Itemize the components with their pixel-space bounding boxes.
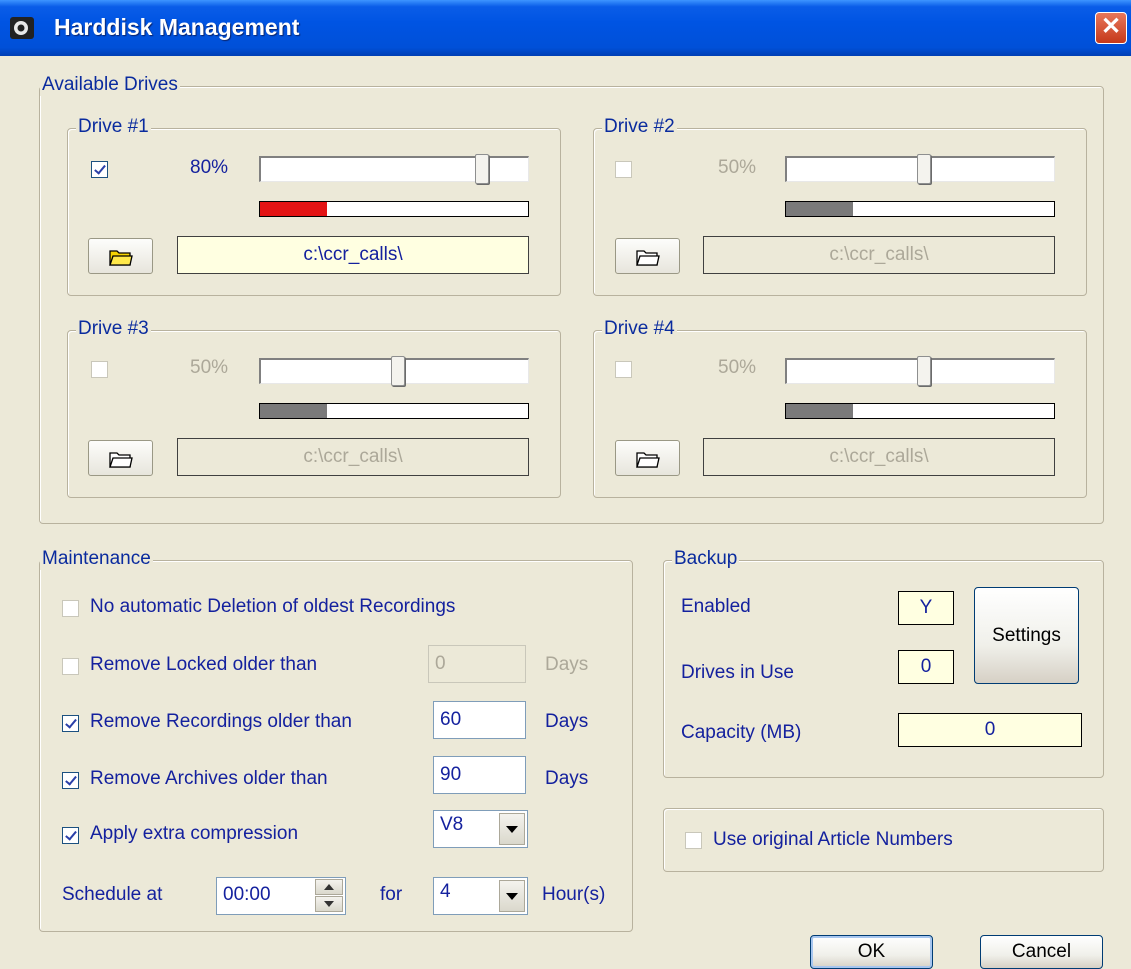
- compression-select-value: V8: [440, 814, 464, 835]
- title-bar[interactable]: Harddisk Management ✕: [0, 0, 1131, 56]
- drive-1-checkbox[interactable]: [91, 161, 108, 178]
- backup-drives-value: 0: [898, 650, 954, 684]
- remove-locked-checkbox[interactable]: [62, 658, 79, 675]
- remove-recordings-checkbox[interactable]: [62, 715, 79, 732]
- drive-1-percent: 80%: [190, 157, 229, 178]
- extra-compression-checkbox[interactable]: [62, 827, 79, 844]
- available-drives-legend: Available Drives: [40, 74, 180, 96]
- drive-4-checkbox[interactable]: [615, 361, 632, 378]
- backup-capacity-label: Capacity (MB): [681, 722, 802, 743]
- drive-2-checkbox[interactable]: [615, 161, 632, 178]
- schedule-hours-value: 4: [440, 881, 451, 902]
- drive-2-legend: Drive #2: [602, 116, 677, 138]
- drive-1-legend: Drive #1: [76, 116, 151, 138]
- chevron-down-icon[interactable]: [499, 880, 525, 912]
- remove-locked-label[interactable]: Remove Locked older than: [90, 654, 317, 676]
- folder-icon: [636, 452, 660, 468]
- spin-up-icon[interactable]: [315, 879, 343, 895]
- schedule-for-label: for: [380, 884, 403, 905]
- drive-3-legend: Drive #3: [76, 318, 151, 340]
- remove-archives-label[interactable]: Remove Archives older than: [90, 768, 328, 790]
- drive-2-slider-thumb[interactable]: [917, 154, 931, 184]
- drive-4-slider-thumb[interactable]: [917, 356, 931, 386]
- close-button[interactable]: ✕: [1095, 12, 1127, 44]
- drive-3-checkbox[interactable]: [91, 361, 108, 378]
- remove-recordings-label[interactable]: Remove Recordings older than: [90, 711, 352, 733]
- article-numbers-label[interactable]: Use original Article Numbers: [713, 829, 953, 851]
- backup-enabled-value: Y: [898, 591, 954, 625]
- remove-archives-days-field[interactable]: 90: [433, 756, 526, 794]
- app-icon: [10, 17, 34, 39]
- drive-4-legend: Drive #4: [602, 318, 677, 340]
- spin-down-icon[interactable]: [315, 896, 343, 912]
- backup-capacity-value: 0: [898, 713, 1082, 747]
- schedule-hours-select[interactable]: 4: [433, 877, 528, 915]
- harddisk-management-window: Harddisk Management ✕ Available Drives D…: [0, 0, 1131, 969]
- remove-archives-checkbox[interactable]: [62, 772, 79, 789]
- window-title: Harddisk Management: [54, 14, 300, 40]
- drive-1-slider[interactable]: [259, 154, 529, 184]
- drive-2-path: c:\ccr_calls\: [703, 236, 1055, 274]
- drive-4-usage-bar: [785, 403, 1055, 419]
- no-auto-delete-checkbox[interactable]: [62, 600, 79, 617]
- drive-3-slider-thumb[interactable]: [391, 356, 405, 386]
- drive-1-usage-fill: [260, 202, 327, 216]
- drive-3-slider[interactable]: [259, 356, 529, 386]
- schedule-time-spinner[interactable]: 00:00: [216, 877, 346, 915]
- schedule-label: Schedule at: [62, 884, 163, 905]
- remove-recordings-days-field[interactable]: 60: [433, 701, 526, 739]
- backup-settings-button[interactable]: Settings: [974, 587, 1079, 684]
- compression-select[interactable]: V8: [433, 810, 528, 848]
- drive-1-usage-bar: [259, 201, 529, 217]
- article-numbers-checkbox[interactable]: [685, 832, 702, 849]
- drive-2-usage-bar: [785, 201, 1055, 217]
- folder-icon: [109, 250, 133, 266]
- cancel-button[interactable]: Cancel: [980, 935, 1103, 969]
- no-auto-delete-label[interactable]: No automatic Deletion of oldest Recordin…: [90, 596, 455, 618]
- drive-2-usage-fill: [786, 202, 853, 216]
- folder-icon: [109, 452, 133, 468]
- drive-3-browse-button[interactable]: [88, 440, 153, 476]
- schedule-time-value: 00:00: [223, 884, 271, 905]
- ok-button[interactable]: OK: [810, 935, 933, 969]
- drive-2-browse-button[interactable]: [615, 238, 680, 274]
- drive-2-slider[interactable]: [785, 154, 1055, 184]
- chevron-down-icon[interactable]: [499, 813, 525, 845]
- drive-4-slider[interactable]: [785, 356, 1055, 386]
- drive-2-percent: 50%: [718, 157, 757, 178]
- folder-icon: [636, 250, 660, 266]
- backup-enabled-label: Enabled: [681, 596, 751, 617]
- drive-4-browse-button[interactable]: [615, 440, 680, 476]
- backup-drives-label: Drives in Use: [681, 662, 794, 683]
- maintenance-legend: Maintenance: [40, 548, 153, 570]
- remove-locked-days-field[interactable]: 0: [428, 645, 526, 683]
- remove-locked-unit: Days: [545, 654, 589, 675]
- drive-4-usage-fill: [786, 404, 853, 418]
- drive-4-path: c:\ccr_calls\: [703, 438, 1055, 476]
- drive-4-percent: 50%: [718, 357, 757, 378]
- drive-3-percent: 50%: [190, 357, 229, 378]
- drive-1-path: c:\ccr_calls\: [177, 236, 529, 274]
- remove-archives-unit: Days: [545, 768, 589, 789]
- drive-1-slider-thumb[interactable]: [475, 154, 489, 184]
- schedule-hours-unit: Hour(s): [542, 884, 606, 905]
- drive-3-usage-bar: [259, 403, 529, 419]
- backup-legend: Backup: [672, 548, 740, 570]
- drive-3-usage-fill: [260, 404, 327, 418]
- extra-compression-label[interactable]: Apply extra compression: [90, 823, 298, 845]
- remove-recordings-unit: Days: [545, 711, 589, 732]
- drive-1-browse-button[interactable]: [88, 238, 153, 274]
- drive-3-path: c:\ccr_calls\: [177, 438, 529, 476]
